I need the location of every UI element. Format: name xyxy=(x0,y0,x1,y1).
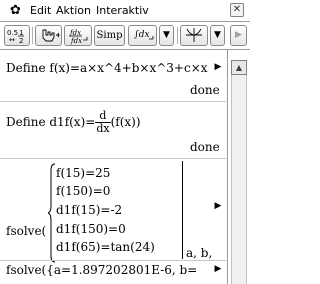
svg-text:fdx: fdx xyxy=(70,37,82,45)
chevron-down-icon: ▼ xyxy=(214,30,221,40)
chevron-right-icon: ▶ xyxy=(235,30,242,40)
equation-row: f(15)=25 xyxy=(56,166,111,180)
integral-button[interactable]: ∫dx xyxy=(128,25,157,46)
expand-arrow-icon[interactable]: ▶ xyxy=(211,60,225,75)
hand-cursor-icon xyxy=(42,29,60,42)
graph-button[interactable] xyxy=(180,25,208,46)
chevron-down-icon: ▼ xyxy=(163,30,170,40)
graph-axes-icon xyxy=(186,28,202,42)
fsolve-variables: a, b, xyxy=(186,246,213,260)
svg-text:↔: ↔ xyxy=(9,36,15,44)
system-bar xyxy=(182,161,183,259)
line-divider xyxy=(0,260,226,261)
result-done-2: done xyxy=(190,140,220,154)
fsolve-result-line[interactable]: fsolve({a=1.897202801E-6, b= xyxy=(6,263,197,277)
system-brace xyxy=(48,163,56,263)
expand-arrow-icon[interactable]: ▶ xyxy=(211,262,225,277)
input-line-define-f[interactable]: Define f(x)=a×x^4+b×x^3+c×x xyxy=(6,61,208,75)
fraction-denominator: dx xyxy=(96,122,110,135)
simp-button[interactable]: Simp xyxy=(94,25,125,46)
menu-interaktiv[interactable]: Interaktiv xyxy=(96,4,149,18)
define-d1f-prefix: Define d1f(x)= xyxy=(6,115,96,129)
result-done-1: done xyxy=(190,83,220,97)
fraction-decimal-icon: 0.5 1 2 ↔ xyxy=(7,29,24,45)
equation-row: d1f(150)=0 xyxy=(56,222,126,236)
equation-row: d1f(15)=-2 xyxy=(56,203,123,217)
menu-aktion[interactable]: Aktion xyxy=(56,4,91,18)
menu-bar: ✿ Edit Aktion Interaktiv ✕ xyxy=(0,0,250,22)
graph-dropdown-button[interactable]: ▼ xyxy=(210,25,225,46)
line-divider xyxy=(0,101,226,102)
svg-text:∫dx: ∫dx xyxy=(134,30,150,40)
fsolve-label[interactable]: fsolve( xyxy=(6,224,46,238)
integral-icon: ∫dx xyxy=(134,30,153,40)
main-work-area[interactable]: Define f(x)=a×x^4+b×x^3+c×x ▶ done Defin… xyxy=(0,50,250,284)
close-icon[interactable]: ✕ xyxy=(230,3,244,17)
toolbar: 0.5 1 2 ↔ fdx fdx Simp ∫dx ▼ ▼ ▶ xyxy=(0,22,250,50)
svg-text:2: 2 xyxy=(19,37,23,44)
vertical-scrollbar[interactable]: ▲ xyxy=(227,50,250,284)
equation-row: d1f(65)=tan(24) xyxy=(56,240,155,254)
toolbar-separator xyxy=(177,27,178,44)
line-divider xyxy=(0,158,226,159)
expand-arrow-icon[interactable]: ▶ xyxy=(211,199,225,214)
integral-dropdown-button[interactable]: ▼ xyxy=(159,25,174,46)
derivative-button[interactable]: fdx fdx xyxy=(64,25,92,46)
cursor-mode-button[interactable] xyxy=(35,25,62,46)
scrollbar-track[interactable] xyxy=(231,75,247,284)
menu-edit[interactable]: Edit xyxy=(30,4,51,18)
equation-row: f(150)=0 xyxy=(56,184,111,198)
input-line-define-d1f[interactable]: Define d1f(x)= d dx (f(x)) xyxy=(6,109,141,135)
toolbar-next-button[interactable]: ▶ xyxy=(230,25,247,46)
toolbar-separator xyxy=(32,27,33,44)
scroll-up-icon[interactable]: ▲ xyxy=(231,60,247,75)
gear-icon[interactable]: ✿ xyxy=(10,3,21,18)
fraction-decimal-toggle-button[interactable]: 0.5 1 2 ↔ xyxy=(4,25,30,46)
derivative-fraction: d dx xyxy=(95,110,111,135)
define-d1f-suffix: (f(x)) xyxy=(110,115,141,129)
derivative-icon: fdx fdx xyxy=(69,29,88,45)
